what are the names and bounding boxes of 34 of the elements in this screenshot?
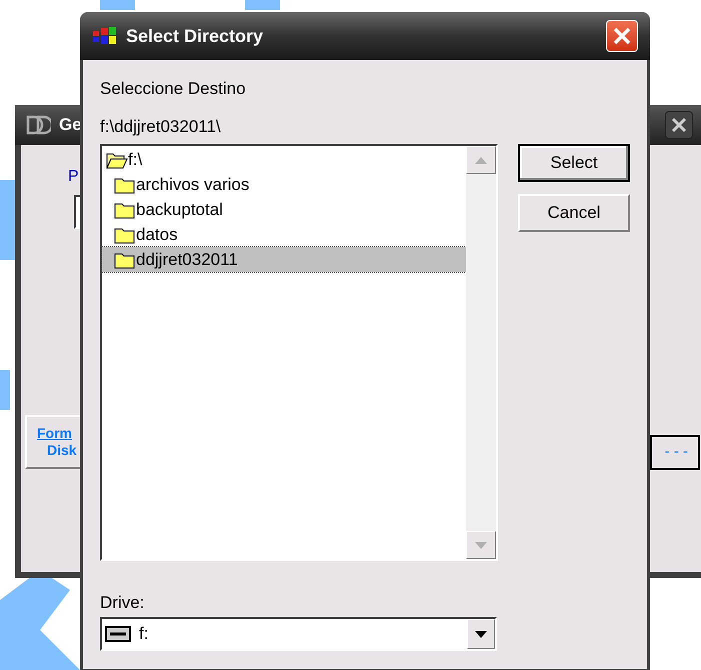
open-folder-icon [106,150,128,168]
folder-item[interactable]: datos [102,222,466,247]
drive-icon [105,626,131,642]
path-text: f:\ddjjret032011\ [100,118,222,135]
folder-item[interactable]: f:\ [102,147,466,172]
close-icon [613,27,631,45]
dropdown-arrow-button[interactable] [467,619,495,649]
dialog-button[interactable]: Cancel [518,194,630,232]
folder-item[interactable]: archivos varios [102,172,466,197]
scroll-down-button[interactable] [466,531,496,559]
field-label: P [68,169,79,185]
prompt-text: Seleccione Destino [100,80,247,97]
app-icon [92,25,118,47]
folder-item[interactable]: backuptotal [102,197,466,222]
scroll-up-button[interactable] [466,146,496,174]
caret-icon [475,630,487,638]
down-arrow-icon [475,542,487,548]
folder-list[interactable]: f:\ archivos varios backuptotal datos ddjjret032011 [100,144,498,561]
folder-icon [114,226,136,244]
window-title: Ge [59,114,82,136]
close-icon [671,117,687,133]
up-arrow-icon [475,156,487,164]
scrollbar[interactable] [466,146,496,559]
logo-icon [25,114,51,136]
folder-icon [114,176,136,194]
close-button[interactable] [665,111,693,139]
folder-icon [114,200,136,218]
drive-label: Drive: [100,594,146,611]
drive-dropdown[interactable]: f: [100,617,497,651]
folder-icon [114,250,136,268]
dialog-button[interactable]: Select [518,144,630,182]
drive-value: f: [139,623,150,646]
dialog-title: Select Directory [126,24,264,48]
folder-item[interactable]: ddjjret032011 [102,247,466,272]
